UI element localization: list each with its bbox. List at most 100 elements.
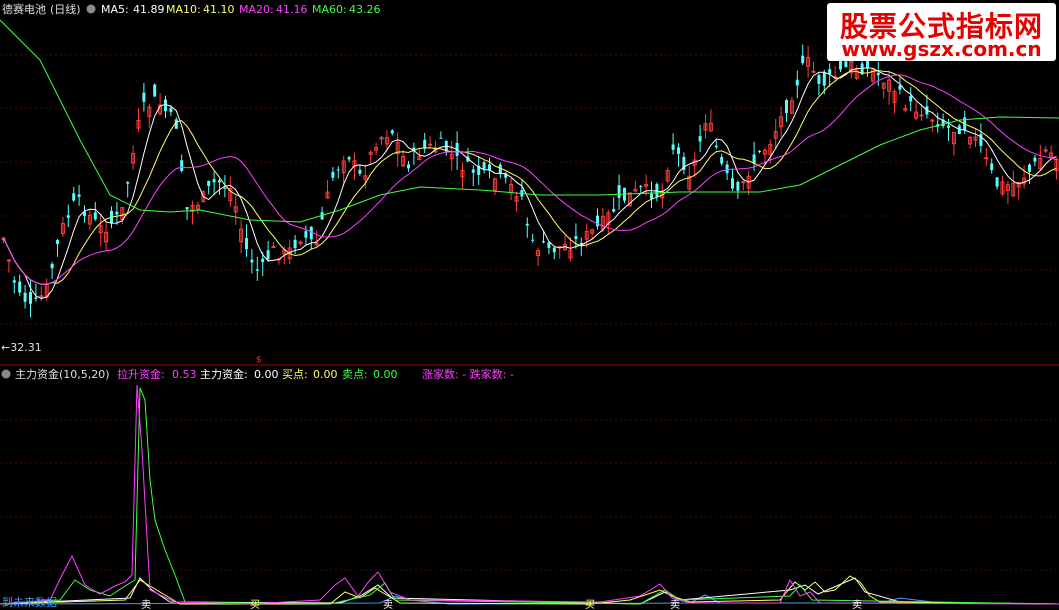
candle-body <box>207 180 211 187</box>
indicator-name: 主力资金(10,5,20) <box>15 367 110 381</box>
candle-body <box>336 169 340 171</box>
candle-body <box>542 241 545 243</box>
stock-chart[interactable]: 德赛电池 (日线) MA5: 41.89 MA10: 41.10 MA20: 4… <box>0 0 1059 610</box>
top-header: 德赛电池 (日线) MA5: 41.89 MA10: 41.10 MA20: 4… <box>2 2 381 16</box>
indicator-buy-line <box>0 575 1059 605</box>
sell-mark: 卖 <box>852 599 862 610</box>
low-price-marker: ←32.31 <box>1 341 42 354</box>
candle-body <box>180 160 184 171</box>
candle-body <box>93 212 97 220</box>
candle-body <box>817 75 821 84</box>
candle-body <box>822 72 826 86</box>
candle-body <box>990 163 994 171</box>
candle-body <box>909 96 913 102</box>
candle-body <box>655 184 659 197</box>
candle-body <box>266 250 270 260</box>
candle-body <box>471 169 475 173</box>
candle-body <box>714 145 718 148</box>
buy-point-label: 买点: <box>282 368 308 381</box>
rise-fall-count: 涨家数: - 跌家数: - <box>422 367 514 381</box>
buy-point-value: 0.00 <box>313 368 338 381</box>
watermark-url: www.gszx.com.cn <box>841 37 1042 61</box>
candle-body <box>1033 157 1037 162</box>
ma20-label: MA20: <box>239 3 274 16</box>
candle-body <box>995 177 999 187</box>
candle-body <box>839 59 842 70</box>
candle-body <box>617 185 621 198</box>
candle-body <box>439 137 443 139</box>
watermark-logo: 股票公式指标网 www.gszx.com.cn <box>827 3 1056 61</box>
ma5-label: MA5: <box>101 3 129 16</box>
candle-body <box>677 147 680 154</box>
candle-body <box>23 292 27 302</box>
candle-body <box>6 259 11 262</box>
sell-mark: 卖 <box>383 599 393 610</box>
candle-body <box>725 164 729 174</box>
sell-mark: 卖 <box>141 599 151 610</box>
candle-body <box>255 269 259 271</box>
candle-body <box>876 72 880 76</box>
candle-body <box>612 208 616 212</box>
candle-body <box>115 211 119 215</box>
candle-body <box>785 100 788 113</box>
ma20-value: 41.16 <box>276 3 308 16</box>
period-label: (日线) <box>50 2 81 16</box>
pull-fund-value: 0.53 <box>172 368 197 381</box>
candle-body <box>293 239 297 249</box>
candle-body <box>741 181 746 184</box>
current-bar-marker: $ <box>256 355 262 365</box>
candle-body <box>223 187 227 189</box>
candle-body <box>736 181 740 191</box>
ma60-value: 43.26 <box>349 3 381 16</box>
candle-body <box>731 178 734 189</box>
candle-body <box>72 193 76 201</box>
moving-average-lines <box>0 19 1059 300</box>
bottom-header: 主力资金(10,5,20) 拉升资金: 0.53 主力资金: 0.00 买点: … <box>1 367 514 381</box>
top-grid <box>0 54 1059 325</box>
candle-body <box>309 226 313 240</box>
candle-body <box>844 61 848 68</box>
candle-body <box>650 193 653 199</box>
candle-body <box>218 180 221 183</box>
sell-point-value: 0.00 <box>373 368 398 381</box>
candle-body <box>212 179 216 183</box>
candle-body <box>531 239 535 241</box>
candle-body <box>407 164 410 169</box>
candle-body <box>29 292 32 304</box>
buy-mark: 买 <box>585 599 595 610</box>
candlesticks <box>1 44 1059 318</box>
ma10-value: 41.10 <box>203 3 235 16</box>
candle-body <box>245 238 248 250</box>
candle-body <box>34 297 38 299</box>
main-fund-label: 主力资金: <box>200 367 248 381</box>
settings-circle-icon[interactable] <box>86 4 96 14</box>
candle-body <box>919 114 924 117</box>
indicator-circle-icon[interactable] <box>1 369 11 379</box>
ma10-label: MA10: <box>166 3 201 16</box>
candle-body <box>498 164 502 174</box>
candle-body <box>50 263 54 269</box>
candle-body <box>482 162 486 169</box>
candle-body <box>261 258 265 263</box>
candle-body <box>639 186 643 188</box>
candle-body <box>250 259 254 263</box>
candle-body <box>801 55 805 64</box>
sell-mark: 卖 <box>670 599 680 610</box>
main-fund-value: 0.00 <box>254 368 279 381</box>
candle-body <box>153 84 157 97</box>
candle-body <box>1028 164 1031 172</box>
candle-body <box>671 144 675 150</box>
candle-body <box>547 242 551 248</box>
candle-body <box>358 169 362 174</box>
candle-body <box>66 215 70 218</box>
candle-body <box>574 236 578 240</box>
candle-body <box>720 157 724 164</box>
candle-body <box>390 130 394 134</box>
candle-body <box>331 171 335 178</box>
candle-body <box>185 207 189 210</box>
candle-body <box>930 119 935 122</box>
ma10-line <box>3 69 1057 285</box>
candle-body <box>795 79 799 86</box>
candle-body <box>271 245 276 248</box>
ma5-value: 41.89 <box>133 3 165 16</box>
